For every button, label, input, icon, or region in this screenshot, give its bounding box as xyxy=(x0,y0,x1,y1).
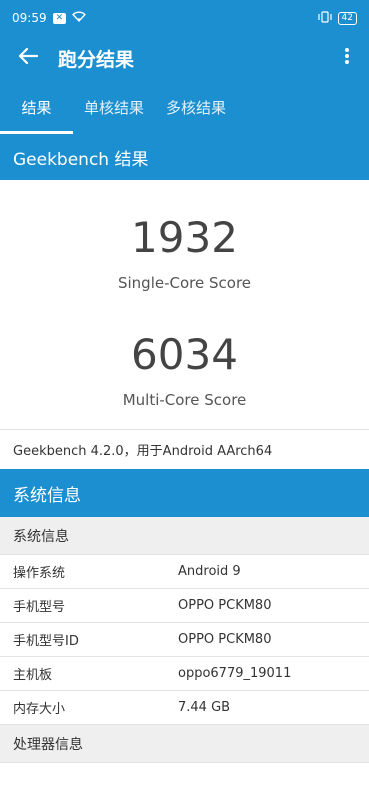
table-row: 手机型号 OPPO PCKM80 xyxy=(0,589,369,623)
status-left: 09:59 ✕ xyxy=(12,11,87,25)
tab-single-core[interactable]: 单核结果 xyxy=(73,80,155,134)
row-value: Android 9 xyxy=(178,564,241,579)
single-core-label: Single-Core Score xyxy=(117,274,252,292)
multi-core-label: Multi-Core Score xyxy=(122,391,247,409)
table-row: 主机板 oppo6779_19011 xyxy=(0,657,369,691)
table-row: 操作系统 Android 9 xyxy=(0,555,369,589)
multi-core-score: 6034 xyxy=(131,330,238,379)
row-label: 内存大小 xyxy=(13,702,66,717)
processor-info-group: 处理器信息 xyxy=(0,725,369,763)
more-options-button[interactable] xyxy=(335,40,359,76)
row-label: 手机型号 xyxy=(13,600,66,615)
system-info-table: 操作系统 Android 9 手机型号 OPPO PCKM80 手机型号ID O… xyxy=(0,555,369,725)
app-bar: 跑分结果 xyxy=(0,36,369,80)
tab-results[interactable]: 结果 xyxy=(0,80,73,134)
tab-bar: 结果 单核结果 多核结果 xyxy=(0,80,369,134)
table-row: 内存大小 7.44 GB xyxy=(0,691,369,725)
row-value: 7.44 GB xyxy=(178,700,231,715)
row-value: OPPO PCKM80 xyxy=(178,632,272,647)
row-label: 手机型号ID xyxy=(13,634,79,649)
system-info-group: 系统信息 xyxy=(0,517,369,555)
system-info-header: 系统信息 xyxy=(0,469,369,517)
status-right: 42 xyxy=(317,10,357,26)
back-button[interactable] xyxy=(10,40,46,76)
table-row: 手机型号ID OPPO PCKM80 xyxy=(0,623,369,657)
single-core-score: 1932 xyxy=(131,213,238,262)
page-title: 跑分结果 xyxy=(58,48,135,71)
tab-multi-core[interactable]: 多核结果 xyxy=(155,80,237,134)
battery-icon: 42 xyxy=(337,11,357,25)
arrow-left-icon xyxy=(18,47,39,69)
geekbench-results-header: Geekbench 结果 xyxy=(0,134,369,180)
row-value: oppo6779_19011 xyxy=(178,666,292,681)
row-label: 操作系统 xyxy=(13,566,66,581)
vibrate-icon xyxy=(317,10,332,26)
status-time: 09:59 xyxy=(12,11,47,25)
notification-icon: ✕ xyxy=(52,12,67,24)
scores-panel: 1932 Single-Core Score 6034 Multi-Core S… xyxy=(0,180,369,409)
status-bar: 09:59 ✕ 42 xyxy=(0,0,369,36)
version-info: Geekbench 4.2.0，用于Android AArch64 xyxy=(0,429,369,469)
row-label: 主机板 xyxy=(13,668,53,683)
wifi-icon xyxy=(72,11,87,25)
row-value: OPPO PCKM80 xyxy=(178,598,272,613)
more-vert-icon xyxy=(344,47,350,69)
